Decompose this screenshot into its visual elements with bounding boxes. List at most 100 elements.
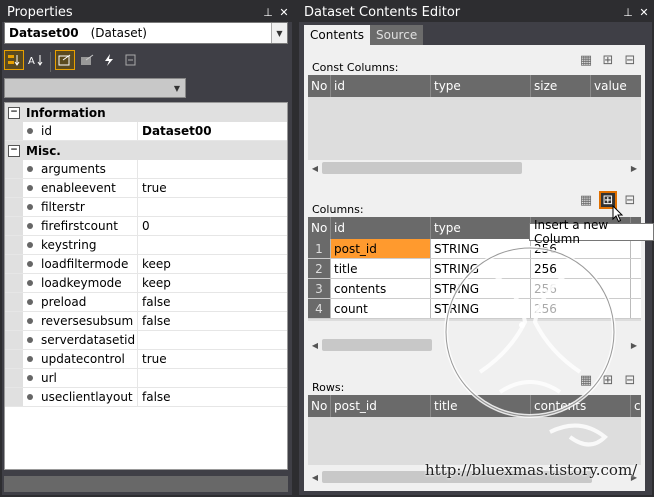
category-information[interactable]: − Information	[5, 103, 287, 122]
cell-id[interactable]: contents	[331, 279, 431, 298]
tab-source[interactable]: Source	[369, 25, 424, 45]
property-value[interactable]: false	[138, 312, 287, 330]
property-value[interactable]	[138, 160, 287, 178]
pin-icon[interactable]: ⊥	[260, 6, 276, 19]
scroll-thumb[interactable]	[322, 339, 432, 351]
bullet-icon	[27, 337, 33, 343]
property-value[interactable]: keep	[138, 274, 287, 292]
delete-column-icon[interactable]: ⊟	[621, 51, 639, 69]
pin-icon[interactable]: ⊥	[620, 6, 636, 19]
cell-id[interactable]: count	[331, 299, 431, 318]
column-header[interactable]: No	[308, 217, 331, 239]
watermark-logo	[444, 246, 616, 447]
property-name: arguments	[41, 162, 106, 176]
property-row[interactable]: updatecontrol true	[5, 350, 287, 369]
property-description-bar	[4, 476, 288, 492]
categorized-sort-icon[interactable]	[4, 50, 24, 70]
property-name: enableevent	[41, 181, 116, 195]
scroll-left-icon[interactable]: ◀	[308, 341, 322, 350]
cell-id[interactable]: post_id	[331, 239, 431, 258]
insert-column-icon[interactable]: ⊞	[599, 51, 617, 69]
object-type: (Dataset)	[90, 26, 147, 40]
alpha-sort-icon[interactable]: A	[26, 50, 46, 70]
property-value[interactable]: Dataset00	[138, 122, 287, 140]
chevron-down-icon[interactable]: ▼	[169, 79, 185, 97]
grid-icon[interactable]: ▦	[577, 51, 595, 69]
property-row[interactable]: keystring	[5, 236, 287, 255]
row-number: 4	[308, 299, 331, 318]
editor-title: Dataset Contents Editor	[304, 4, 461, 20]
reset-icon[interactable]	[121, 50, 141, 70]
property-value[interactable]	[138, 369, 287, 387]
property-value[interactable]: keep	[138, 255, 287, 273]
property-value[interactable]: true	[138, 350, 287, 368]
rows-label: Rows:	[312, 381, 345, 394]
editor-tabs: Contents Source	[304, 25, 424, 45]
toolbar-separator	[50, 52, 51, 72]
close-icon[interactable]: ✕	[636, 6, 652, 19]
bullet-icon	[27, 280, 33, 286]
property-row[interactable]: firefirstcount 0	[5, 217, 287, 236]
property-value[interactable]	[138, 331, 287, 349]
const-columns-tools: ▦ ⊞ ⊟	[577, 51, 639, 69]
column-header[interactable]: value	[591, 75, 641, 97]
column-header[interactable]: id	[331, 75, 431, 97]
property-row[interactable]: arguments	[5, 160, 287, 179]
column-header[interactable]: type	[431, 75, 531, 97]
property-row[interactable]: reversesubsum false	[5, 312, 287, 331]
scroll-right-icon[interactable]: ▶	[627, 164, 641, 173]
bullet-icon	[27, 204, 33, 210]
property-row[interactable]: loadkeymode keep	[5, 274, 287, 293]
column-header[interactable]: No	[308, 395, 331, 417]
grid-header: No id type size value	[308, 75, 641, 97]
column-header[interactable]: size	[531, 75, 591, 97]
tab-contents[interactable]: Contents	[304, 25, 370, 45]
scroll-left-icon[interactable]: ◀	[308, 473, 322, 482]
scroll-left-icon[interactable]: ◀	[308, 164, 322, 173]
ide-window: Properties ⊥ ✕ Dataset00 (Dataset) ▼ A ▼	[0, 0, 654, 497]
events-icon[interactable]	[99, 50, 119, 70]
column-header[interactable]: id	[331, 217, 431, 239]
property-row[interactable]: useclientlayout false	[5, 388, 287, 407]
property-value[interactable]: false	[138, 293, 287, 311]
chevron-down-icon[interactable]: ▼	[271, 23, 287, 43]
const-columns-scrollbar[interactable]: ◀ ▶	[308, 160, 641, 176]
row-number: 1	[308, 239, 331, 258]
property-row[interactable]: id Dataset00	[5, 122, 287, 141]
column-header[interactable]: c	[631, 395, 641, 417]
grid-icon[interactable]: ▦	[577, 191, 595, 209]
properties-icon[interactable]	[55, 50, 75, 70]
svg-text:A: A	[28, 56, 35, 67]
property-row[interactable]: loadfiltermode keep	[5, 255, 287, 274]
property-value[interactable]: false	[138, 388, 287, 406]
property-row[interactable]: serverdatasetid	[5, 331, 287, 350]
property-name: url	[41, 371, 57, 385]
property-name: serverdatasetid	[41, 333, 136, 347]
property-value[interactable]: true	[138, 179, 287, 197]
object-name: Dataset00	[9, 26, 79, 40]
collapse-icon[interactable]: −	[8, 144, 20, 157]
property-name: keystring	[41, 238, 97, 252]
property-row[interactable]: url	[5, 369, 287, 388]
category-misc[interactable]: − Misc.	[5, 141, 287, 160]
column-header[interactable]: No	[308, 75, 331, 97]
close-icon[interactable]: ✕	[276, 6, 292, 19]
scroll-thumb[interactable]	[322, 162, 522, 174]
bullet-icon	[27, 375, 33, 381]
editor-title-bar: Dataset Contents Editor ⊥ ✕	[299, 2, 652, 22]
property-row[interactable]: preload false	[5, 293, 287, 312]
property-value[interactable]	[138, 236, 287, 254]
property-row[interactable]: filterstr	[5, 198, 287, 217]
property-name: preload	[41, 295, 87, 309]
bullet-icon	[27, 261, 33, 267]
column-header[interactable]: post_id	[331, 395, 431, 417]
columns-label: Columns:	[312, 203, 364, 216]
object-selector[interactable]: Dataset00 (Dataset) ▼	[4, 22, 288, 44]
cell-id[interactable]: title	[331, 259, 431, 278]
collapse-icon[interactable]: −	[8, 106, 20, 119]
property-value[interactable]	[138, 198, 287, 216]
property-value[interactable]: 0	[138, 217, 287, 235]
property-row[interactable]: enableevent true	[5, 179, 287, 198]
property-filter-combo[interactable]: ▼	[4, 78, 186, 98]
property-pages-icon[interactable]	[77, 50, 97, 70]
